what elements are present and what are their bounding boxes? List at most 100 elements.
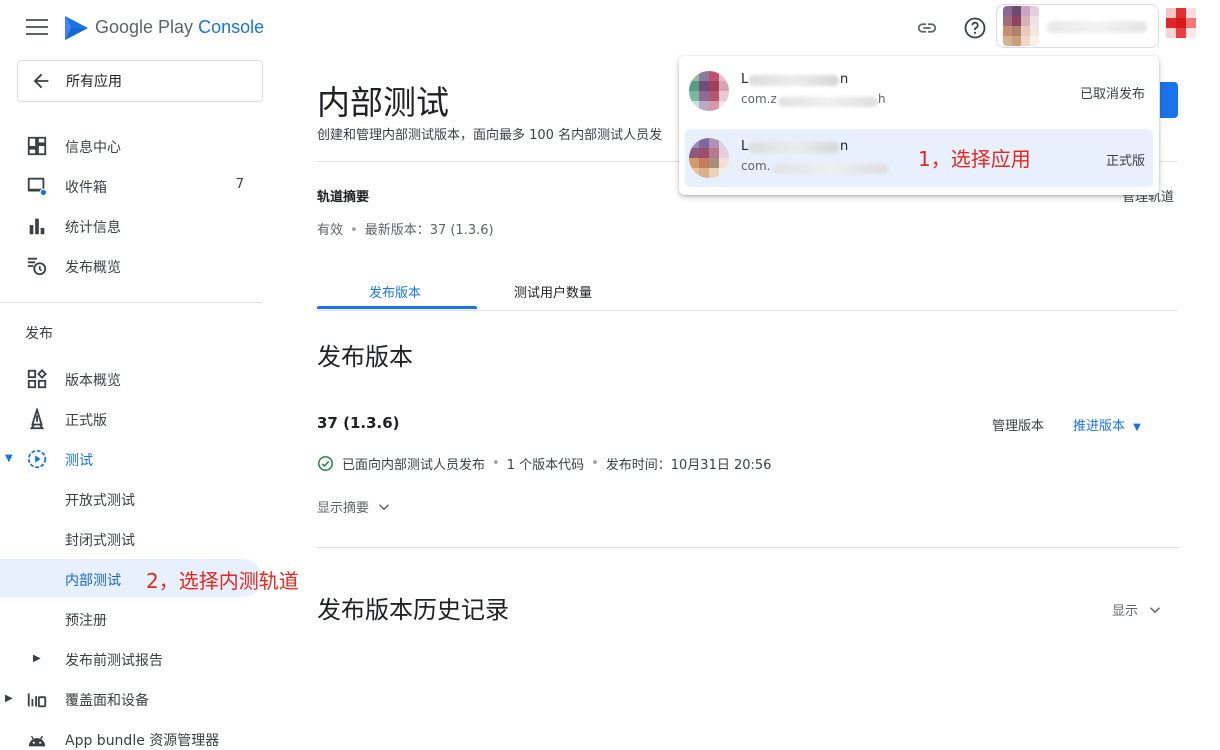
sidebar-item-closed-testing[interactable]: 封闭式测试 — [0, 519, 262, 557]
tab-releases[interactable]: 发布版本 — [369, 282, 421, 301]
check-circle-icon — [318, 456, 333, 471]
annotation-select-app: 1，选择应用 — [918, 147, 1031, 171]
sidebar-item-statistics[interactable]: 统计信息 — [0, 206, 262, 244]
play-console-logo-icon — [65, 16, 88, 40]
page-title: 内部测试 — [317, 83, 449, 122]
sidebar-item-app-bundle-explorer[interactable]: App bundle 资源管理器 — [0, 719, 262, 750]
arrow-back-icon — [33, 73, 49, 89]
sidebar-item-label: 开放式测试 — [65, 493, 135, 509]
annotation-select-track: 2，选择内测轨道 — [146, 569, 299, 593]
chevron-down-icon: ▼ — [1133, 422, 1141, 433]
releases-overview-icon — [27, 368, 48, 389]
sidebar-section-release: 发布 — [25, 326, 53, 342]
sidebar-item-label: 收件箱 — [65, 180, 107, 196]
brand-accent: Console — [198, 17, 265, 37]
sidebar-item-publishing-overview[interactable]: 发布概览 — [0, 246, 262, 284]
sidebar-item-releases-overview[interactable]: 版本概览 — [0, 359, 262, 397]
sidebar-item-reach-devices[interactable]: 覆盖面和设备 — [0, 679, 262, 717]
sidebar-item-label: 版本概览 — [65, 373, 121, 389]
release-time: 发布时间：10月31日 20:56 — [605, 458, 772, 473]
track-summary-heading: 轨道摘要 — [317, 190, 370, 205]
promote-release-button[interactable]: 推进版本 ▼ — [1073, 415, 1141, 434]
active-tab-indicator — [317, 306, 477, 309]
app-package-suffix: h — [878, 92, 886, 106]
app-option[interactable]: L n com.z h 已取消发布 — [685, 62, 1153, 120]
release-history-heading: 发布版本历史记录 — [317, 596, 509, 624]
show-summary-toggle[interactable]: 显示摘要 — [317, 497, 393, 516]
sidebar-item-label: 测试 — [65, 453, 93, 469]
sidebar-item-label: 信息中心 — [65, 140, 121, 156]
app-switcher-dropdown: L n com.z h 已取消发布 L n com. 正式版 1，选择应用 — [679, 56, 1159, 195]
track-status: 有效 — [317, 223, 344, 238]
sidebar-item-label: 封闭式测试 — [65, 533, 135, 549]
all-apps-back-button[interactable]: 所有应用 — [17, 60, 263, 102]
latest-release: 最新版本：37 (1.3.6) — [364, 223, 494, 238]
sidebar-item-label: 内部测试 — [65, 573, 121, 589]
release-status-line: 已面向内部测试人员发布 • 1 个版本代码 • 发布时间：10月31日 20:56 — [317, 454, 771, 473]
sidebar-item-testing[interactable]: 测试 — [0, 439, 262, 477]
separator-dot: • — [350, 223, 358, 238]
history-show-toggle[interactable]: 显示 — [1112, 600, 1164, 619]
app-icon — [689, 71, 729, 111]
app-package-prefix: com. — [741, 159, 771, 173]
sidebar-item-label: 统计信息 — [65, 220, 121, 236]
app-name-blurred — [749, 75, 839, 86]
account-switcher-button[interactable] — [996, 4, 1159, 48]
app-status: 正式版 — [1105, 154, 1145, 169]
tab-tester-count[interactable]: 测试用户数量 — [514, 282, 592, 301]
release-status-text: 已面向内部测试人员发布 — [342, 458, 486, 473]
android-icon — [28, 735, 46, 747]
version-codes-count: 1 个版本代码 — [506, 458, 585, 473]
page-subtitle: 创建和管理内部测试版本，面向最多 100 名内部测试人员发 — [317, 128, 663, 143]
sidebar-item-dashboard[interactable]: 信息中心 — [0, 126, 262, 164]
app-name-blurred — [749, 142, 839, 153]
help-icon[interactable] — [961, 14, 989, 42]
sidebar-item-pre-registration[interactable]: 预注册 — [0, 599, 262, 637]
inbox-icon — [27, 177, 48, 197]
app-status: 已取消发布 — [1079, 87, 1145, 102]
app-name-suffix: n — [840, 72, 849, 87]
history-show-label: 显示 — [1112, 604, 1139, 619]
brand-title[interactable]: Google Play Console — [95, 17, 264, 38]
separator-dot: • — [492, 456, 500, 471]
releases-heading: 发布版本 — [317, 343, 413, 371]
manage-release-link[interactable]: 管理版本 — [992, 415, 1044, 434]
main-menu-button[interactable] — [26, 19, 48, 37]
tabs-divider — [317, 310, 1178, 311]
inbox-count-badge: 7 — [235, 177, 244, 192]
app-package-blurred — [778, 97, 878, 107]
sidebar-item-label: 发布前测试报告 — [65, 653, 163, 669]
profile-avatar[interactable] — [1166, 8, 1196, 38]
app-name-suffix: n — [840, 139, 849, 154]
sidebar-item-open-testing[interactable]: 开放式测试 — [0, 479, 262, 517]
all-apps-label: 所有应用 — [66, 74, 122, 90]
testing-icon — [27, 449, 47, 469]
chevron-down-icon — [378, 503, 390, 510]
release-divider — [317, 547, 1179, 548]
bar-chart-icon — [29, 218, 45, 235]
app-package-blurred — [773, 164, 888, 174]
sidebar-divider — [0, 302, 262, 303]
publishing-overview-icon — [27, 257, 47, 276]
sidebar-item-label: 正式版 — [65, 413, 107, 429]
promote-release-label: 推进版本 — [1073, 419, 1126, 434]
sidebar-item-inbox[interactable]: 收件箱 7 — [0, 166, 262, 204]
account-avatar — [1003, 6, 1039, 46]
chevron-down-icon — [1149, 606, 1161, 613]
sidebar-item-pre-launch-report[interactable]: 发布前测试报告 — [0, 639, 262, 677]
show-summary-label: 显示摘要 — [317, 501, 370, 516]
sidebar-item-label: App bundle 资源管理器 — [65, 733, 220, 749]
production-icon — [29, 408, 45, 430]
link-icon[interactable] — [913, 14, 941, 42]
app-option-selected[interactable]: L n com. 正式版 1，选择应用 — [685, 129, 1153, 187]
separator-dot: • — [591, 456, 599, 471]
app-package-prefix: com.z — [741, 92, 777, 106]
release-name: 37 (1.3.6) — [317, 414, 400, 432]
sidebar-item-label: 预注册 — [65, 613, 107, 629]
sidebar-item-production[interactable]: 正式版 — [0, 399, 262, 437]
app-name-initial: L — [741, 72, 749, 87]
track-summary-line: 有效 • 最新版本：37 (1.3.6) — [317, 219, 494, 238]
sidebar-item-label: 覆盖面和设备 — [65, 693, 149, 709]
app-name-initial: L — [741, 139, 749, 154]
create-release-button[interactable] — [1160, 82, 1178, 118]
